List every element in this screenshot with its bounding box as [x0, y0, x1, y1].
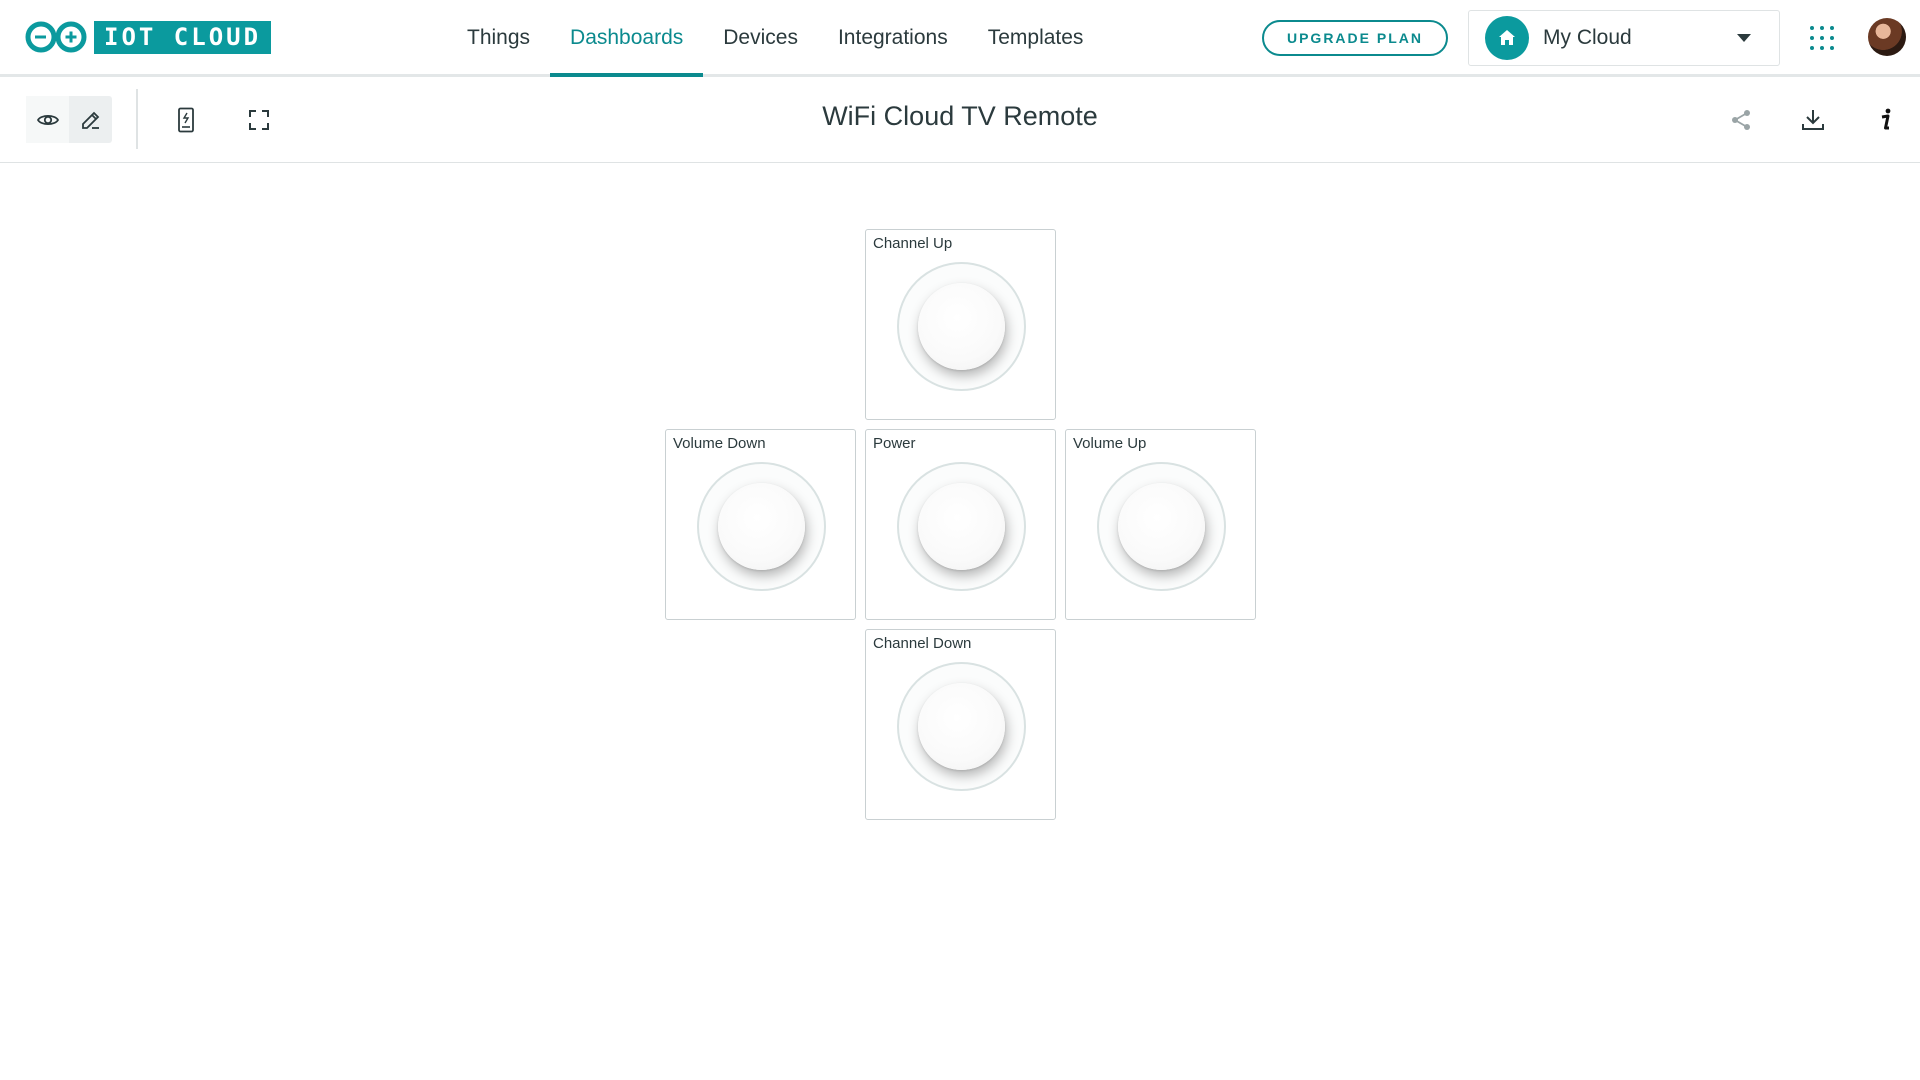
nav-item-integrations[interactable]: Integrations — [818, 0, 968, 75]
push-button[interactable] — [897, 662, 1026, 791]
home-icon — [1485, 16, 1529, 60]
push-button[interactable] — [1097, 462, 1226, 591]
top-navbar: IOT CLOUD Things Dashboards Devices Inte… — [0, 0, 1920, 77]
apps-grid-icon[interactable] — [1810, 26, 1834, 50]
info-icon — [1881, 108, 1891, 130]
iot-cloud-logo[interactable]: IOT CLOUD — [24, 20, 272, 54]
chevron-down-icon — [1737, 34, 1751, 42]
push-button[interactable] — [897, 262, 1026, 391]
nav-item-things[interactable]: Things — [447, 0, 550, 75]
push-button[interactable] — [697, 462, 826, 591]
widget-channel-down: Channel Down — [865, 629, 1056, 820]
main-nav: Things Dashboards Devices Integrations T… — [447, 0, 1104, 77]
widget-power: Power — [865, 429, 1056, 620]
info-button[interactable] — [1868, 102, 1904, 138]
upgrade-plan-button[interactable]: UPGRADE PLAN — [1262, 20, 1448, 56]
nav-item-templates[interactable]: Templates — [968, 0, 1104, 75]
widget-title: Channel Down — [873, 635, 972, 652]
logo-text: IOT CLOUD — [94, 20, 272, 54]
nav-item-devices[interactable]: Devices — [703, 0, 818, 75]
download-button[interactable] — [1795, 102, 1831, 138]
widget-title: Volume Up — [1073, 435, 1147, 452]
widget-channel-up: Channel Up — [865, 229, 1056, 420]
space-label: My Cloud — [1543, 26, 1632, 49]
widget-title: Volume Down — [673, 435, 766, 452]
share-icon — [1732, 110, 1750, 130]
dashboard-toolbar: WiFi Cloud TV Remote — [0, 77, 1920, 163]
widget-title: Channel Up — [873, 235, 953, 252]
arduino-infinity-icon — [24, 20, 90, 54]
avatar[interactable] — [1868, 18, 1906, 56]
push-button[interactable] — [897, 462, 1026, 591]
dashboard-title: WiFi Cloud TV Remote — [822, 101, 1098, 131]
widget-title: Power — [873, 435, 916, 452]
share-button[interactable] — [1723, 102, 1759, 138]
widget-volume-up: Volume Up — [1065, 429, 1256, 620]
space-selector[interactable]: My Cloud — [1468, 10, 1780, 66]
download-icon — [1802, 110, 1824, 130]
nav-item-dashboards[interactable]: Dashboards — [550, 0, 704, 77]
widget-volume-down: Volume Down — [665, 429, 856, 620]
